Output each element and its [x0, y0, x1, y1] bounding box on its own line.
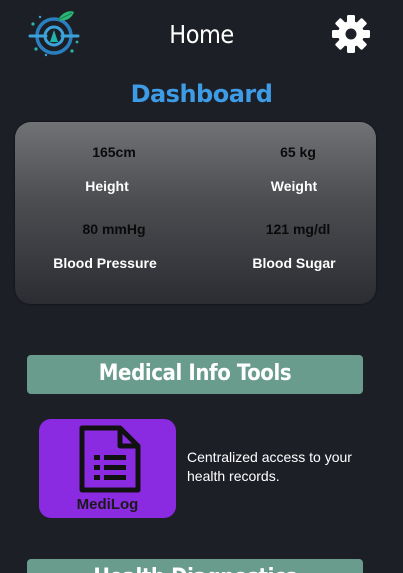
blood-sugar-value: 121 mg/dl — [265, 221, 331, 237]
blood-pressure-label: Blood Pressure — [53, 255, 157, 271]
gear-icon[interactable] — [328, 14, 374, 54]
medilog-button[interactable]: MediLog — [39, 419, 176, 518]
weight-label: Weight — [270, 178, 318, 194]
section-header-medical-info-tools: Medical Info Tools — [27, 355, 363, 394]
home-screen: Home Dashboard 165cm 65 kg Height Weight… — [0, 0, 403, 573]
blood-pressure-value: 80 mmHg — [82, 221, 146, 237]
weight-value: 65 kg — [280, 144, 316, 160]
height-value: 165cm — [92, 144, 136, 160]
dashboard-title: Dashboard — [130, 80, 273, 108]
document-list-icon — [79, 425, 141, 493]
section-header-health-diagnostics: Health Diagnostics — [27, 559, 363, 573]
health-stats-card: 165cm 65 kg Height Weight 80 mmHg 121 mg… — [15, 122, 376, 304]
app-header: Home — [0, 0, 403, 72]
medilog-label: MediLog — [76, 496, 139, 513]
height-label: Height — [85, 178, 129, 194]
blood-sugar-label: Blood Sugar — [252, 255, 336, 271]
medilog-description: Centralized access to your health record… — [187, 449, 352, 484]
